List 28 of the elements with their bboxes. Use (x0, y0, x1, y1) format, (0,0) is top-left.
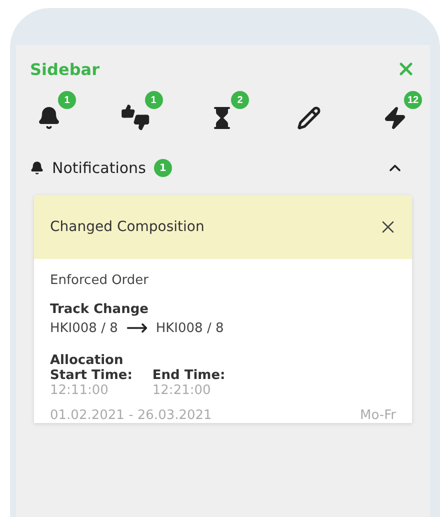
bell-icon (37, 106, 61, 130)
time-value: 12:21:00 (152, 383, 212, 398)
toolbar-button[interactable]: 2 (207, 91, 249, 133)
lightning-icon (383, 106, 407, 130)
count-badge: 1 (154, 159, 172, 177)
sidebar-title: Sidebar (30, 60, 100, 78)
thumbs-up-down-icon (120, 104, 150, 132)
track-value: HKI008 / 8 (50, 320, 118, 336)
field-label: Start Time: (50, 368, 132, 383)
field-label: Allocation (50, 353, 124, 368)
count-badge: 2 (231, 91, 249, 109)
pencil-icon (296, 106, 320, 130)
track-value: HKI008 / 8 (156, 320, 224, 336)
card-title: Changed Composition (50, 219, 204, 235)
toolbar-button[interactable]: 1 (34, 91, 76, 133)
section-title: Notifications (52, 159, 146, 177)
toolbar-button[interactable]: 1 (120, 91, 162, 133)
time-value: 12:11:00 (50, 383, 110, 398)
count-badge: 12 (404, 91, 422, 109)
weekdays: Mo-Fr (360, 408, 396, 423)
toolbar-button[interactable]: 12 (380, 91, 422, 133)
order-type: Enforced Order (50, 273, 150, 288)
field-label: End Time: (152, 368, 226, 383)
count-badge: 1 (144, 91, 162, 109)
field-label: Track Change (50, 302, 150, 317)
date-range: 01.02.2021 - 26.03.2021 (50, 408, 212, 423)
count-badge: 1 (58, 91, 76, 109)
bell-icon (30, 161, 44, 175)
